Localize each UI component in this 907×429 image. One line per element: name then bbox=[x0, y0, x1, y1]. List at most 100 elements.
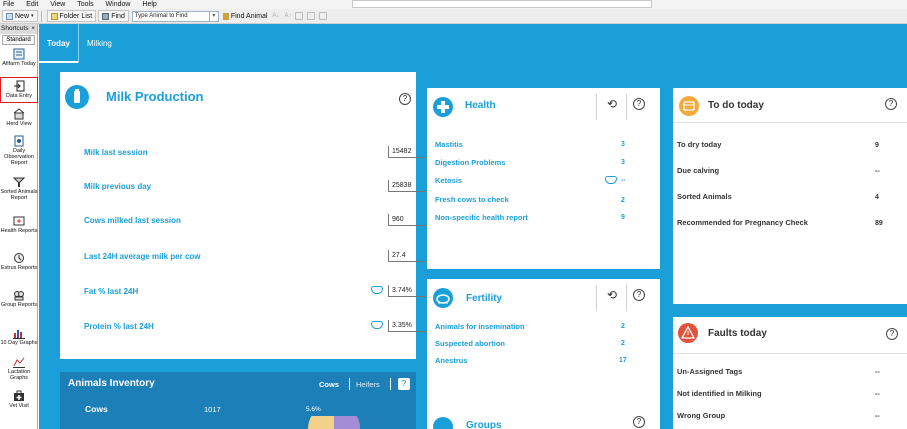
health-value-ketosis[interactable]: -- bbox=[621, 177, 626, 184]
fertility-value-insemination[interactable]: 2 bbox=[621, 323, 625, 330]
shortcut-group-reports[interactable]: Group Reports bbox=[0, 289, 38, 308]
fertility-panel: Fertility ⟲ ? Animals for insemination 2… bbox=[427, 279, 660, 419]
health-reports-icon bbox=[13, 215, 25, 227]
refresh-icon[interactable]: ⟲ bbox=[607, 97, 617, 111]
todo-label-sorted[interactable]: Sorted Animals bbox=[677, 192, 732, 201]
refresh-icon[interactable]: ⟲ bbox=[607, 288, 617, 302]
health-label-non-specific[interactable]: Non-specific health report bbox=[435, 213, 528, 222]
help-icon[interactable]: ? bbox=[399, 93, 411, 105]
health-value-non-specific[interactable]: 9 bbox=[621, 214, 625, 221]
milk-bottle-icon bbox=[65, 85, 89, 109]
help-icon[interactable]: ? bbox=[886, 328, 898, 340]
toggle-heifers[interactable]: Heifers bbox=[356, 380, 380, 389]
shortcut-sorted-animals[interactable]: Sorted Animals Report bbox=[0, 176, 38, 201]
menu-bar: File Edit View Tools Window Help bbox=[0, 0, 907, 9]
health-panel: Health ⟲ ? Mastitis 3 Digestion Problems… bbox=[427, 88, 660, 269]
tab-today[interactable]: Today bbox=[39, 24, 78, 63]
header-divider bbox=[673, 353, 907, 354]
fertility-value-abortion[interactable]: 2 bbox=[621, 340, 625, 347]
find-animal-icon bbox=[222, 12, 229, 20]
find-animal-input[interactable]: Type Animal to Find bbox=[131, 10, 210, 22]
todo-value-pregnancy[interactable]: 89 bbox=[875, 220, 883, 227]
health-label-fresh-cows[interactable]: Fresh cows to check bbox=[435, 195, 509, 204]
faults-title: Faults today bbox=[708, 328, 767, 339]
shortcut-estrus-reports[interactable]: Estrus Reports bbox=[0, 252, 38, 271]
filter-icon[interactable] bbox=[295, 12, 304, 20]
help-icon[interactable]: ? bbox=[633, 289, 645, 301]
menu-edit[interactable]: Edit bbox=[26, 1, 38, 8]
new-label: New bbox=[15, 12, 30, 20]
header-separator bbox=[626, 285, 627, 311]
faults-value-not-identified[interactable]: -- bbox=[875, 391, 880, 398]
standard-group[interactable]: Standard bbox=[2, 35, 35, 45]
find-button[interactable]: Find bbox=[98, 10, 129, 22]
todo-value-dry[interactable]: 9 bbox=[875, 142, 879, 149]
faults-value-wrong-group[interactable]: -- bbox=[875, 413, 880, 420]
faults-value-unassigned[interactable]: -- bbox=[875, 369, 880, 376]
shortcut-daily-observation[interactable]: Daily Observation Report bbox=[0, 135, 38, 166]
faults-label-unassigned[interactable]: Un-Assigned Tags bbox=[677, 367, 742, 376]
fertility-label-anestrus[interactable]: Anestrus bbox=[435, 356, 468, 365]
todo-label-calving[interactable]: Due calving bbox=[677, 166, 719, 175]
health-label-mastitis[interactable]: Mastitis bbox=[435, 140, 463, 149]
help-icon[interactable]: ? bbox=[633, 98, 645, 110]
health-cross-icon bbox=[433, 97, 453, 117]
shortcut-vet-visit[interactable]: Vet Visit bbox=[0, 390, 38, 409]
mp-label-milk-last-session: Milk last session bbox=[84, 148, 148, 157]
shortcut-label: 10 Day Graphs bbox=[0, 340, 38, 346]
inventory-row-label: Cows bbox=[85, 404, 108, 414]
menu-view[interactable]: View bbox=[50, 1, 65, 8]
menu-file[interactable]: File bbox=[3, 1, 14, 8]
toggle-cows[interactable]: Cows bbox=[319, 380, 339, 389]
cow-icon bbox=[605, 176, 617, 184]
filter-clear-icon[interactable] bbox=[307, 12, 316, 20]
shortcut-label: Lactation Graphs bbox=[7, 369, 31, 381]
shortcut-data-entry[interactable]: Data Entry bbox=[0, 77, 38, 103]
main-dashboard: Today Milking Milk Production ? Milk las… bbox=[39, 24, 907, 429]
lactation-graphs-icon bbox=[13, 356, 25, 368]
health-label-digestion[interactable]: Digestion Problems bbox=[435, 158, 505, 167]
shortcut-lactation-graphs[interactable]: Lactation Graphs bbox=[0, 356, 38, 381]
health-value-mastitis[interactable]: 3 bbox=[621, 141, 625, 148]
fertility-value-anestrus[interactable]: 17 bbox=[619, 357, 627, 364]
tab-milking[interactable]: Milking bbox=[77, 24, 120, 63]
shortcut-herd-view[interactable]: Herd View bbox=[0, 108, 38, 127]
fertility-label-insemination[interactable]: Animals for insemination bbox=[435, 322, 525, 331]
shortcuts-title: Shortcuts bbox=[1, 25, 29, 32]
new-button[interactable]: New ▾ bbox=[2, 10, 38, 22]
faults-label-wrong-group[interactable]: Wrong Group bbox=[677, 411, 725, 420]
health-value-digestion[interactable]: 3 bbox=[621, 159, 625, 166]
menu-help[interactable]: Help bbox=[142, 1, 156, 8]
shortcut-10-day-graphs[interactable]: 10 Day Graphs bbox=[0, 327, 38, 346]
faults-label-not-identified[interactable]: Not identified in Milking bbox=[677, 389, 762, 398]
settings-icon[interactable] bbox=[319, 12, 328, 20]
health-label-ketosis[interactable]: Ketosis bbox=[435, 176, 462, 185]
find-animal-button[interactable]: Find Animal bbox=[222, 12, 267, 20]
fertility-label-abortion[interactable]: Suspected abortion bbox=[435, 339, 505, 348]
cow-icon bbox=[371, 321, 383, 329]
health-value-fresh-cows[interactable]: 2 bbox=[621, 197, 625, 204]
shortcut-label: Data Entry bbox=[6, 93, 32, 99]
mp-label-cows-milked: Cows milked last session bbox=[84, 216, 181, 225]
menu-window[interactable]: Window bbox=[106, 1, 131, 8]
shortcut-afifarm-today[interactable]: Afifarm Today bbox=[0, 48, 38, 67]
folder-list-button[interactable]: Folder List bbox=[46, 10, 97, 22]
todo-label-dry[interactable]: To dry today bbox=[677, 140, 721, 149]
mp-label-avg-milk: Last 24H average milk per cow bbox=[84, 252, 201, 261]
shortcut-health-reports[interactable]: Health Reports bbox=[0, 215, 38, 234]
milk-production-panel: Milk Production ? Milk last session 1548… bbox=[60, 72, 436, 359]
afifarm-today-icon bbox=[13, 48, 25, 60]
inventory-title: Animals Inventory bbox=[68, 378, 155, 389]
sort-ascending-icon[interactable]: A↓ bbox=[272, 13, 279, 19]
help-icon[interactable]: ? bbox=[633, 416, 645, 428]
help-icon[interactable]: ? bbox=[885, 98, 897, 110]
shortcut-label: Group Reports bbox=[0, 302, 38, 308]
menu-tools[interactable]: Tools bbox=[77, 1, 93, 8]
todo-value-calving[interactable]: -- bbox=[875, 168, 880, 175]
sort-descending-icon[interactable]: A↑ bbox=[284, 13, 291, 19]
help-icon[interactable]: ? bbox=[398, 378, 410, 390]
close-icon[interactable]: × bbox=[31, 24, 35, 34]
todo-label-pregnancy[interactable]: Recommended for Pregnancy Check bbox=[677, 218, 808, 227]
todo-value-sorted[interactable]: 4 bbox=[875, 194, 879, 201]
find-animal-dropdown[interactable]: ▾ bbox=[209, 10, 219, 22]
